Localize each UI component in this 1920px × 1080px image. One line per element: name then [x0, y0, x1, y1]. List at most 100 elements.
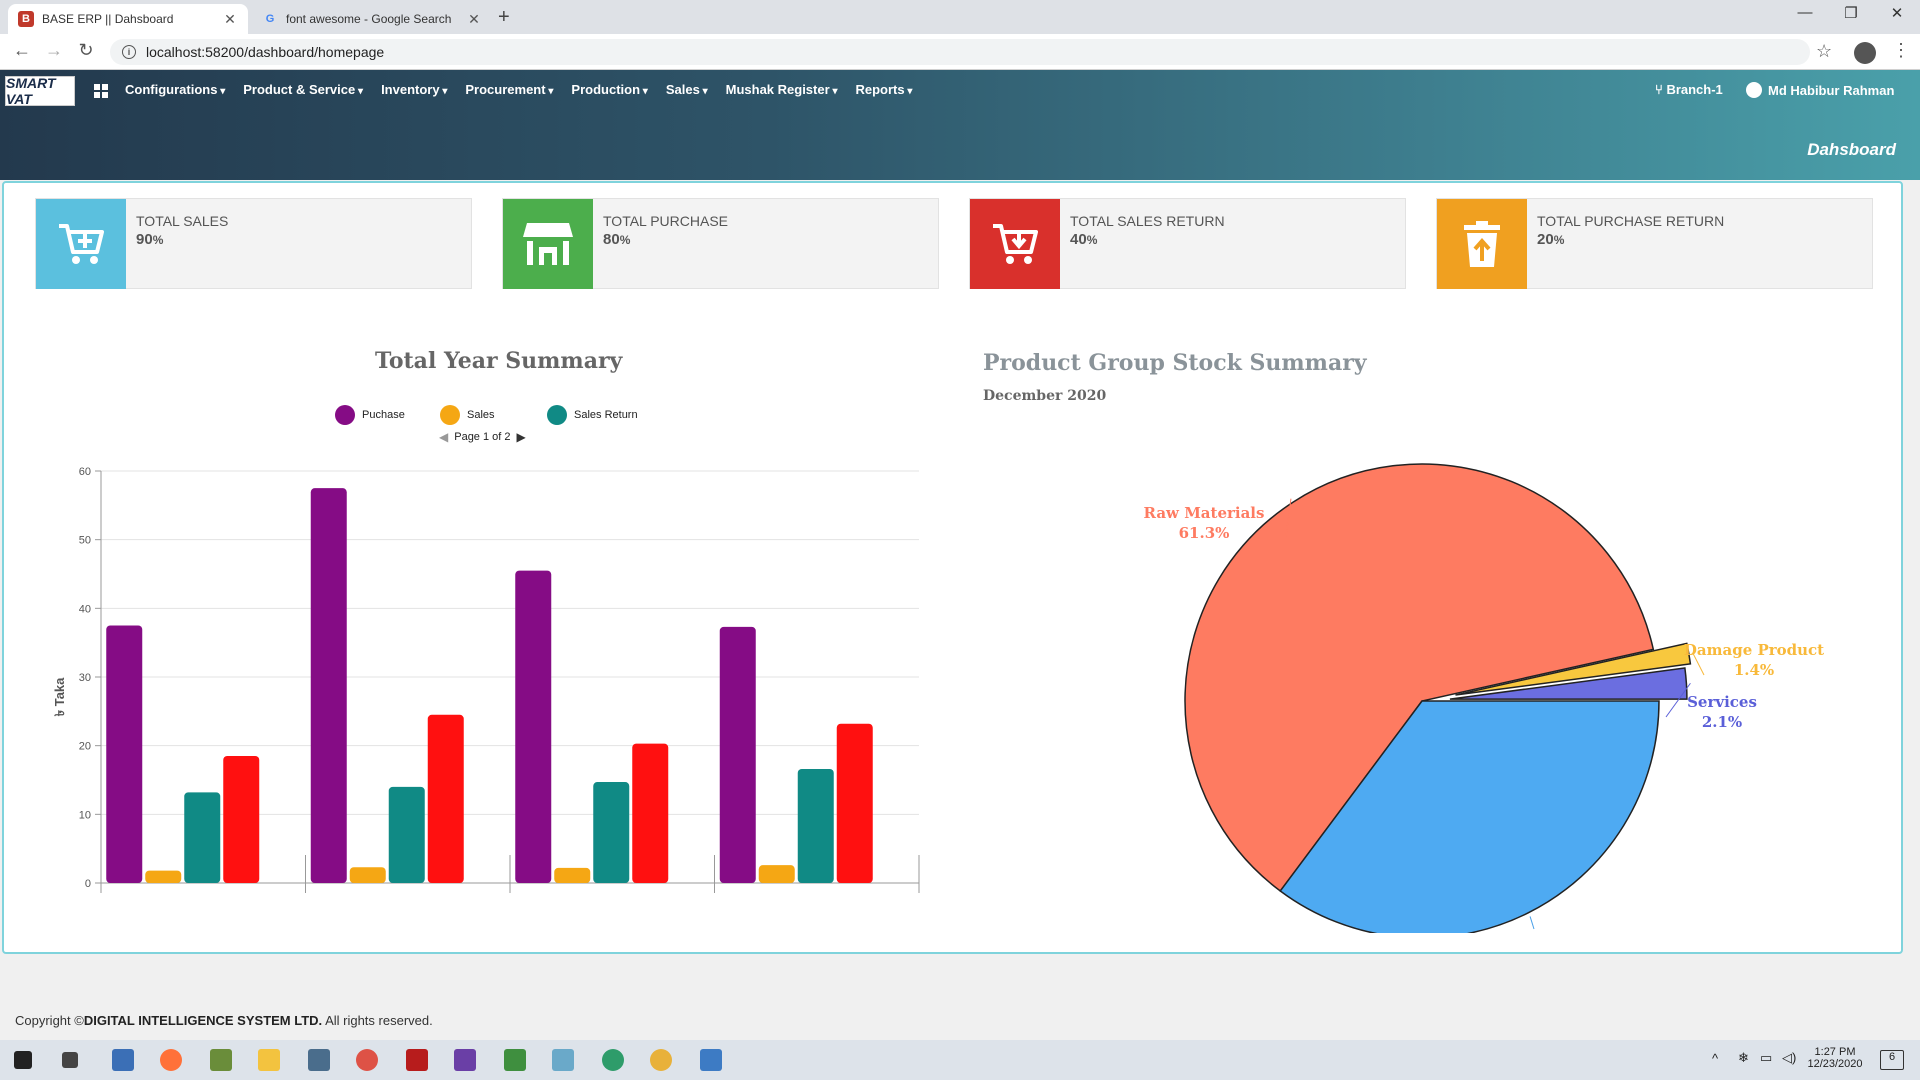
bar [632, 743, 669, 883]
menu-reports[interactable]: Reports [855, 82, 912, 97]
volume-icon[interactable]: ◁) [1782, 1050, 1796, 1066]
menu-production[interactable]: Production [571, 82, 647, 97]
tray-app-icon[interactable]: ❄ [1738, 1050, 1749, 1066]
store-icon [523, 223, 573, 265]
firefox-icon[interactable] [160, 1049, 182, 1071]
tab-google-search[interactable]: G font awesome - Google Search ✕ [252, 4, 492, 34]
menu-mushak-register[interactable]: Mushak Register [726, 82, 838, 97]
x-tick-label: April [806, 892, 828, 893]
bookmark-star-icon[interactable]: ☆ [1816, 41, 1832, 62]
notepad-icon[interactable] [504, 1049, 526, 1071]
forward-icon[interactable]: → [42, 40, 66, 61]
app-icon[interactable] [210, 1049, 232, 1071]
close-window-icon[interactable]: ✕ [1874, 4, 1920, 22]
bar [223, 755, 260, 883]
bar-chart-title: Total Year Summary [375, 348, 623, 374]
y-tick-label: 20 [79, 741, 91, 753]
card-value: 90% [136, 231, 164, 248]
tray-expand-icon[interactable]: ^ [1712, 1051, 1718, 1066]
branch-selector[interactable]: ⑂ Branch-1 [1655, 82, 1723, 97]
back-icon[interactable]: ← [10, 40, 34, 61]
y-tick-label: 40 [79, 603, 91, 615]
maximize-icon[interactable]: ❐ [1828, 4, 1874, 22]
total-purchase-return-card: TOTAL PURCHASE RETURN 20% [1436, 198, 1873, 289]
menu-configurations[interactable]: Configurations [125, 82, 225, 97]
url-text: localhost:58200/dashboard/homepage [146, 44, 385, 60]
close-tab-icon[interactable]: ✕ [222, 11, 238, 28]
card-icon-box [970, 199, 1060, 289]
legend-item-purchase[interactable]: Puchase [335, 405, 405, 425]
reload-icon[interactable]: ↻ [74, 40, 98, 61]
sql-tool-icon[interactable] [552, 1049, 574, 1071]
bar [554, 867, 591, 883]
address-bar[interactable]: i localhost:58200/dashboard/homepage [110, 39, 1810, 65]
windows-start-icon[interactable] [14, 1051, 32, 1069]
file-explorer-icon[interactable] [258, 1049, 280, 1071]
legend-label: Puchase [362, 409, 405, 421]
x-tick-label: March [597, 892, 628, 893]
next-page-icon[interactable]: ▶ [517, 430, 526, 444]
page-footer: Copyright ©DIGITAL INTELLIGENCE SYSTEM L… [0, 1000, 1920, 1040]
google-favicon-icon: G [265, 13, 275, 25]
bar [145, 870, 182, 883]
user-menu[interactable]: Md Habibur Rahman [1746, 82, 1894, 98]
menu-sales[interactable]: Sales [666, 82, 708, 97]
card-value: 80% [603, 231, 631, 248]
bar [758, 865, 795, 883]
legend-label: Sales Return [574, 409, 638, 421]
tab-title: BASE ERP || Dahsboard [42, 12, 174, 26]
bar [388, 786, 425, 883]
pie-chart: Raw Materials 61.3% Damage Product 1.4% Serv… [1144, 463, 1824, 933]
branch-label: Branch-1 [1666, 82, 1723, 97]
close-tab-icon[interactable]: ✕ [466, 11, 482, 28]
branch-icon: ⑂ [1655, 82, 1663, 97]
chrome-dev-icon[interactable] [356, 1049, 378, 1071]
menu-inventory[interactable]: Inventory [381, 82, 447, 97]
card-icon-box [36, 199, 126, 289]
pie-slice-percent: 1.4% [1734, 661, 1774, 679]
copyright-prefix: Copyright © [15, 1013, 84, 1028]
notifications-icon[interactable]: 6 [1880, 1050, 1904, 1070]
windows-taskbar: ^ ❄ ▭ ◁) 1:27 PM 12/23/2020 6 [0, 1040, 1920, 1080]
tab-base-erp[interactable]: B BASE ERP || Dahsboard ✕ [8, 4, 248, 34]
profile-avatar-icon[interactable] [1854, 42, 1876, 64]
tab-title: font awesome - Google Search [286, 12, 452, 26]
legend-item-sales-return[interactable]: Sales Return [547, 405, 638, 425]
pie-slice-label: Raw Materials [1144, 504, 1265, 522]
minimize-icon[interactable]: — [1782, 4, 1828, 21]
card-icon-box [503, 199, 593, 289]
visual-studio-icon[interactable] [454, 1049, 476, 1071]
network-icon[interactable]: ▭ [1760, 1050, 1772, 1066]
cart-plus-icon [59, 224, 104, 264]
prev-page-icon[interactable]: ◀ [439, 430, 448, 444]
app-logo[interactable]: SMART VAT [5, 75, 75, 107]
new-tab-button[interactable]: + [498, 6, 510, 29]
network-app-icon[interactable] [602, 1049, 624, 1071]
y-tick-label: 30 [79, 672, 91, 684]
legend-item-sales[interactable]: Sales [440, 405, 495, 425]
clock-date: 12/23/2020 [1807, 1058, 1863, 1070]
apps-grid-icon[interactable] [94, 84, 108, 98]
task-view-icon[interactable] [62, 1052, 78, 1068]
remote-app-icon[interactable] [112, 1049, 134, 1071]
menu-procurement[interactable]: Procurement [465, 82, 553, 97]
trash-up-icon [1464, 221, 1500, 267]
page-title: Dahsboard [1807, 140, 1896, 159]
x-tick-label: January [184, 892, 224, 893]
bar [184, 792, 221, 883]
info-icon[interactable]: i [122, 45, 136, 59]
clock[interactable]: 1:27 PM 12/23/2020 [1800, 1046, 1870, 1070]
iis-icon[interactable] [700, 1049, 722, 1071]
legend-dot [547, 405, 567, 425]
filezilla-icon[interactable] [406, 1049, 428, 1071]
chrome-icon[interactable] [650, 1049, 672, 1071]
user-name: Md Habibur Rahman [1768, 82, 1895, 98]
bar [719, 626, 756, 883]
calculator-icon[interactable] [308, 1049, 330, 1071]
bar [593, 782, 630, 883]
copyright-suffix: All rights reserved. [322, 1013, 433, 1028]
browser-menu-icon[interactable]: ⋮ [1892, 40, 1910, 61]
menu-product-service[interactable]: Product & Service [243, 82, 363, 97]
legend-pager: ◀ Page 1 of 2 ▶ [439, 430, 526, 444]
user-icon [1746, 82, 1762, 98]
